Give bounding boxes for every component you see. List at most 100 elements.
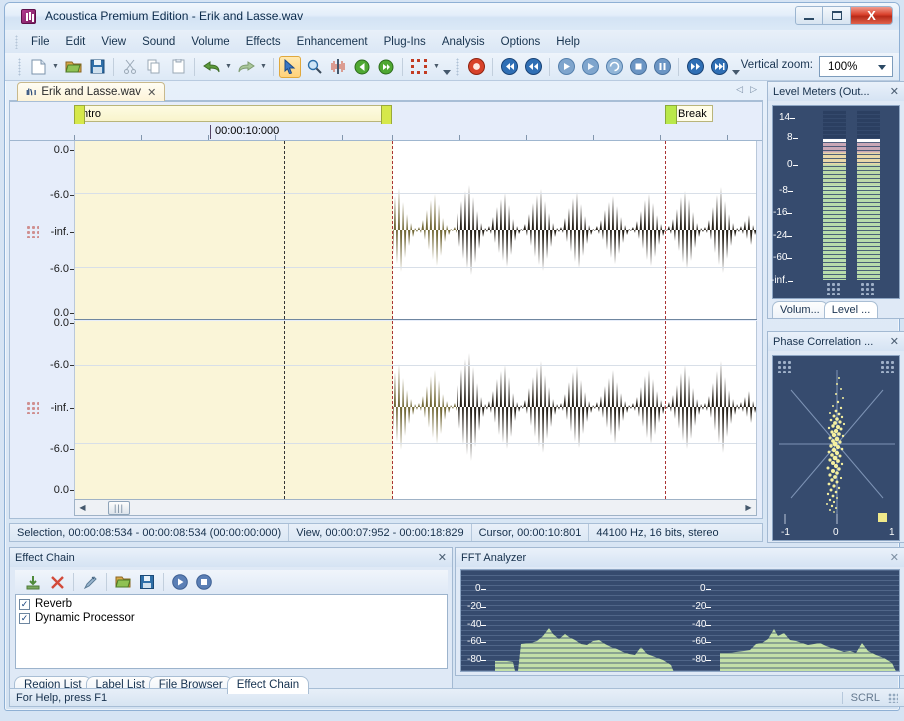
list-item[interactable]: ✓ Reverb xyxy=(19,597,447,611)
time-ruler[interactable]: 00:00:10:000 xyxy=(10,124,762,141)
tab-level[interactable]: Level ... xyxy=(823,301,879,318)
menu-view[interactable]: View xyxy=(93,33,134,51)
maximize-button[interactable] xyxy=(823,6,851,25)
menu-effects[interactable]: Effects xyxy=(238,33,289,51)
channel-handle-left[interactable] xyxy=(26,225,39,238)
scrollbar-thumb[interactable]: ||| xyxy=(108,500,130,515)
meter-scale-label: -24 xyxy=(773,230,794,241)
scope-options-left-icon[interactable] xyxy=(777,360,792,373)
effect-checkbox[interactable]: ✓ xyxy=(19,612,30,624)
redo-dropdown-icon[interactable]: ▼ xyxy=(258,56,269,78)
record-button[interactable] xyxy=(465,56,487,78)
menu-edit[interactable]: Edit xyxy=(58,33,94,51)
paste-icon[interactable] xyxy=(167,56,189,78)
scroll-right-icon[interactable]: ▶ xyxy=(741,500,756,515)
copy-icon[interactable] xyxy=(143,56,165,78)
pause-button[interactable] xyxy=(651,56,673,78)
tab-next-icon[interactable]: ▷ xyxy=(750,84,757,95)
status-selection: Selection, 00:00:08:534 - 00:00:08:534 (… xyxy=(10,524,290,541)
effect-chain-list[interactable]: ✓ Reverb ✓ Dynamic Processor xyxy=(15,594,448,669)
menu-bar: File Edit View Sound Volume Effects Enha… xyxy=(5,30,899,53)
open-file-icon[interactable] xyxy=(62,56,84,78)
transport-separator-3 xyxy=(678,57,679,76)
resize-grip-icon[interactable] xyxy=(888,692,898,703)
toolbar-overflow-icon[interactable] xyxy=(442,56,451,78)
menu-volume[interactable]: Volume xyxy=(183,33,237,51)
add-effect-icon[interactable] xyxy=(22,571,44,593)
vertical-zoom-select[interactable]: 100% xyxy=(819,56,893,77)
waveform-editor[interactable]: Intro Break 00:00:10:000 0.0 -6.0 -inf. … xyxy=(9,101,763,519)
meter-options-right-icon[interactable] xyxy=(860,282,875,295)
remove-effect-icon[interactable] xyxy=(46,571,68,593)
save-chain-icon[interactable] xyxy=(136,571,158,593)
menu-sound[interactable]: Sound xyxy=(134,33,183,51)
close-icon[interactable]: ✕ xyxy=(438,551,447,564)
play-button[interactable] xyxy=(555,56,577,78)
open-chain-icon[interactable] xyxy=(112,571,134,593)
zoom-in-icon[interactable] xyxy=(375,56,397,78)
tab-volume[interactable]: Volum... xyxy=(772,301,828,318)
spectrum-tool-icon[interactable] xyxy=(327,56,349,78)
waveform-canvas-right[interactable] xyxy=(74,321,757,499)
marker-break[interactable]: Break xyxy=(665,105,713,122)
skip-to-end-button[interactable] xyxy=(708,56,730,78)
loop-button[interactable] xyxy=(603,56,625,78)
close-icon[interactable]: ✕ xyxy=(890,551,899,564)
horizontal-scrollbar[interactable]: ◀ ||| ▶ xyxy=(74,499,757,516)
tab-effect-chain[interactable]: Effect Chain xyxy=(226,676,310,694)
region-intro[interactable]: Intro xyxy=(74,105,392,122)
status-scroll-lock: SCRL xyxy=(841,691,884,704)
undo-icon[interactable] xyxy=(200,56,222,78)
close-icon[interactable]: ✕ xyxy=(147,86,156,99)
new-file-dropdown-icon[interactable]: ▼ xyxy=(50,56,61,78)
waveform-canvas-left[interactable] xyxy=(74,141,757,319)
transport-overflow-icon[interactable] xyxy=(731,56,740,78)
skip-to-start-button[interactable] xyxy=(498,56,520,78)
undo-dropdown-icon[interactable]: ▼ xyxy=(223,56,234,78)
effect-chain-title: Effect Chain xyxy=(15,551,75,564)
menu-plugins[interactable]: Plug-Ins xyxy=(376,33,434,51)
menu-options[interactable]: Options xyxy=(493,33,549,51)
redo-icon[interactable] xyxy=(235,56,257,78)
channel-left[interactable]: 0.0 -6.0 -inf. -6.0 0.0 xyxy=(10,141,762,319)
cut-icon[interactable] xyxy=(119,56,141,78)
close-icon[interactable]: ✕ xyxy=(890,335,899,348)
zoom-tool-icon[interactable] xyxy=(303,56,325,78)
scope-options-right-icon[interactable] xyxy=(880,360,895,373)
toolbar-separator-3 xyxy=(273,57,274,76)
menu-help[interactable]: Help xyxy=(548,33,588,51)
close-icon[interactable]: ✕ xyxy=(890,85,899,98)
select-region-dropdown-icon[interactable]: ▼ xyxy=(431,56,442,78)
tab-prev-icon[interactable]: ◁ xyxy=(736,84,743,95)
document-tab[interactable]: ıl۱ı Erik and Lasse.wav ✕ xyxy=(17,82,166,101)
forward-button[interactable] xyxy=(684,56,706,78)
meter-options-left-icon[interactable] xyxy=(826,282,841,295)
channel-handle-right[interactable] xyxy=(26,401,39,414)
menu-enhancement[interactable]: Enhancement xyxy=(289,33,376,51)
preview-stop-icon[interactable] xyxy=(193,571,215,593)
minimize-button[interactable] xyxy=(795,6,823,25)
menu-file[interactable]: File xyxy=(23,33,58,51)
select-tool-icon[interactable] xyxy=(279,55,301,78)
edit-effect-icon[interactable] xyxy=(79,571,101,593)
main-toolbar: ▼ ▼ ▼ ▼ Vertical zoom: 100% xyxy=(5,53,899,81)
list-item[interactable]: ✓ Dynamic Processor xyxy=(19,611,447,625)
channel-right[interactable]: 0.0 -6.0 -inf. -6.0 0.0 xyxy=(10,317,762,499)
fft-analyzer-display[interactable]: 0 -20 -40 -60 -80 -100 xyxy=(460,569,900,672)
stop-button[interactable] xyxy=(627,56,649,78)
rewind-button[interactable] xyxy=(522,56,544,78)
select-region-icon[interactable] xyxy=(408,56,430,78)
level-meters-display[interactable]: 14 8 0 -8 -16 -24 -60 -inf. xyxy=(771,105,900,299)
zoom-out-icon[interactable] xyxy=(351,56,373,78)
close-button[interactable]: X xyxy=(851,6,893,25)
preview-play-icon[interactable] xyxy=(169,571,191,593)
new-file-icon[interactable] xyxy=(27,56,49,78)
fft-y-label: 0 xyxy=(700,583,710,594)
toolbar-separator-4 xyxy=(402,57,403,76)
save-file-icon[interactable] xyxy=(86,56,108,78)
effect-checkbox[interactable]: ✓ xyxy=(19,598,30,610)
menu-analysis[interactable]: Analysis xyxy=(434,33,493,51)
scroll-left-icon[interactable]: ◀ xyxy=(75,500,90,515)
phase-correlation-scope[interactable]: -1 0 1 xyxy=(772,355,900,541)
play-selection-button[interactable] xyxy=(579,56,601,78)
